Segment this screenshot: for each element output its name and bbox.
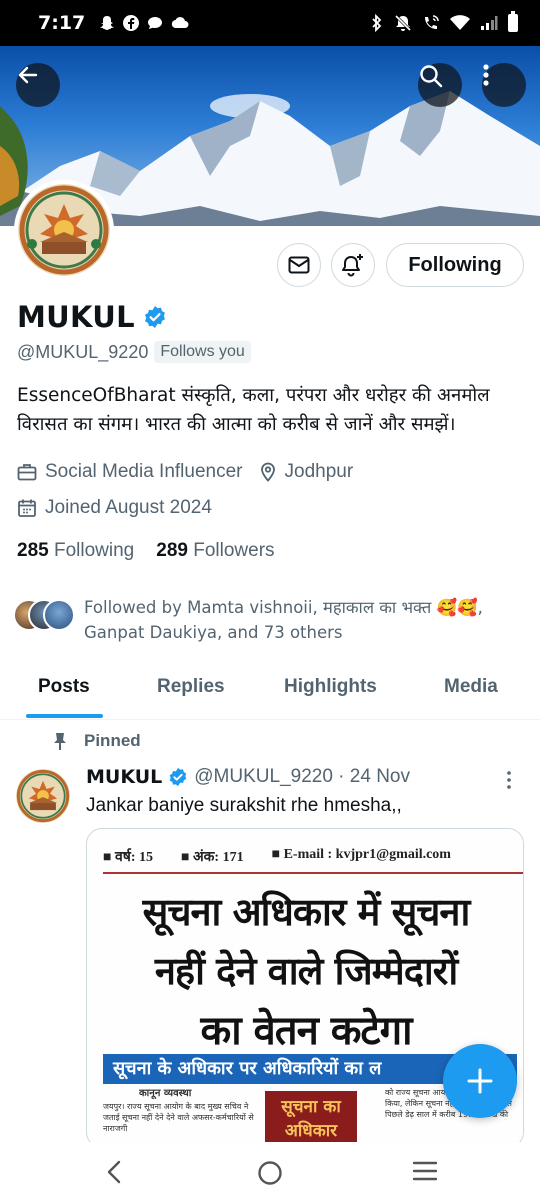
bluetooth-icon bbox=[372, 14, 382, 32]
search-button[interactable] bbox=[418, 63, 462, 107]
envelope-icon bbox=[288, 256, 310, 274]
rti-badge: सूचना का अधिकार bbox=[265, 1091, 357, 1147]
more-vertical-icon bbox=[507, 771, 511, 789]
headline-line-2: नहीं देने वाले जिम्मेदारों bbox=[154, 949, 458, 993]
mutual-avatars bbox=[13, 595, 79, 633]
following-stat[interactable]: 285 Following bbox=[17, 540, 134, 562]
status-time: 7:17 bbox=[38, 12, 86, 34]
briefcase-icon bbox=[17, 464, 37, 481]
avatar-emblem-image bbox=[16, 769, 70, 823]
pinned-label-row: Pinned bbox=[50, 731, 141, 751]
search-icon bbox=[420, 65, 443, 88]
tab-highlights[interactable]: Highlights bbox=[284, 676, 377, 698]
avatar-emblem-image bbox=[18, 184, 110, 276]
profile-bio: EssenceOfBharat संस्कृति, कला, परंपरा और… bbox=[17, 385, 490, 435]
wifi-call-icon bbox=[425, 15, 439, 29]
post-more-button[interactable] bbox=[505, 770, 513, 795]
profile-location: Jodhpur bbox=[284, 461, 354, 482]
followed-by-section[interactable]: Followed by Mamta vishnoii, महाकाल का भक… bbox=[13, 595, 483, 645]
profile-name-row: MUKUL bbox=[17, 300, 167, 334]
follows-you-badge: Follows you bbox=[154, 341, 251, 363]
pin-icon bbox=[54, 733, 66, 750]
nav-back-button[interactable] bbox=[104, 1160, 124, 1189]
profile-joined-row: Joined August 2024 bbox=[17, 497, 212, 519]
headline-line-3: का वेतन कटेगा bbox=[200, 1008, 413, 1054]
verified-badge-icon[interactable] bbox=[143, 305, 167, 329]
mutual-avatar bbox=[43, 599, 75, 631]
followers-stat[interactable]: 289 Followers bbox=[156, 540, 274, 562]
more-vertical-icon bbox=[483, 64, 489, 86]
post-author-avatar[interactable] bbox=[16, 769, 70, 823]
profile-category: Social Media Influencer bbox=[45, 461, 243, 482]
verified-badge-icon bbox=[169, 767, 187, 787]
bell-plus-icon bbox=[342, 254, 363, 277]
tab-replies[interactable]: Replies bbox=[157, 676, 225, 698]
paper-year: ■ वर्ष: 15 bbox=[103, 850, 154, 865]
status-bar: 7:17 bbox=[0, 0, 540, 46]
post-header: MUKUL @MUKUL_9220 · 24 Nov bbox=[86, 766, 526, 788]
post-text: Jankar baniye surakshit rhe hmesha,, bbox=[86, 795, 402, 816]
back-button[interactable] bbox=[16, 63, 60, 107]
tab-posts[interactable]: Posts bbox=[38, 676, 90, 698]
notifications-button[interactable] bbox=[331, 243, 375, 287]
profile-avatar[interactable] bbox=[14, 180, 114, 280]
headline-line-1: सूचना अधिकार में सूचना bbox=[142, 890, 471, 934]
pinned-label: Pinned bbox=[84, 731, 141, 750]
paper-divider bbox=[103, 872, 523, 874]
calendar-icon bbox=[18, 499, 36, 517]
wifi-icon bbox=[450, 15, 470, 30]
snapchat-icon bbox=[100, 16, 115, 30]
article-column-left: जयपुर। राज्य सूचना आयोग के बाद मुख्य सचि… bbox=[103, 1102, 254, 1133]
active-tab-indicator bbox=[26, 714, 103, 718]
chat-bubble-icon bbox=[148, 17, 163, 29]
battery-icon bbox=[508, 11, 518, 32]
profile-handle: @MUKUL_9220 bbox=[17, 341, 149, 362]
article-column-heading: कानून व्यवस्था bbox=[139, 1088, 192, 1099]
nav-back-icon bbox=[107, 1160, 121, 1184]
nav-home-icon bbox=[258, 1161, 282, 1185]
more-options-button[interactable] bbox=[482, 63, 526, 107]
compose-button[interactable] bbox=[443, 1044, 517, 1118]
facebook-icon bbox=[123, 15, 140, 31]
nav-recents-icon bbox=[412, 1161, 438, 1181]
profile-name: MUKUL bbox=[17, 300, 135, 334]
followed-by-text: Followed by Mamta vishnoii, महाकाल का भक… bbox=[84, 598, 483, 642]
tab-media[interactable]: Media bbox=[444, 676, 498, 698]
paper-masthead: ■ वर्ष: 15 ■ अंक: 171 ■ E-mail : kvjpr1@… bbox=[103, 847, 451, 866]
nav-home-button[interactable] bbox=[257, 1160, 283, 1191]
post-author-name[interactable]: MUKUL bbox=[86, 766, 162, 788]
message-button[interactable] bbox=[277, 243, 321, 287]
following-button[interactable]: Following bbox=[386, 243, 524, 287]
post-author-handle: @MUKUL_9220 · 24 Nov bbox=[194, 766, 410, 787]
location-pin-icon bbox=[260, 462, 275, 482]
signal-icon bbox=[481, 16, 498, 30]
paper-issue: ■ अंक: 171 bbox=[181, 850, 244, 865]
arrow-left-icon bbox=[18, 66, 38, 84]
system-navigation-bar bbox=[0, 1142, 540, 1200]
plus-icon bbox=[467, 1068, 493, 1094]
profile-meta-row: Social Media Influencer Jodhpur bbox=[17, 461, 353, 483]
profile-tabs: Posts Replies Highlights Media bbox=[0, 664, 540, 720]
handle-row: @MUKUL_9220 Follows you bbox=[17, 341, 251, 363]
mute-icon bbox=[394, 14, 412, 32]
nav-recents-button[interactable] bbox=[412, 1160, 438, 1187]
profile-joined: Joined August 2024 bbox=[45, 497, 212, 518]
paper-email: ■ E-mail : kvjpr1@gmail.com bbox=[271, 847, 451, 862]
follow-stats: 285 Following 289 Followers bbox=[17, 540, 275, 562]
cloud-icon bbox=[172, 17, 189, 29]
